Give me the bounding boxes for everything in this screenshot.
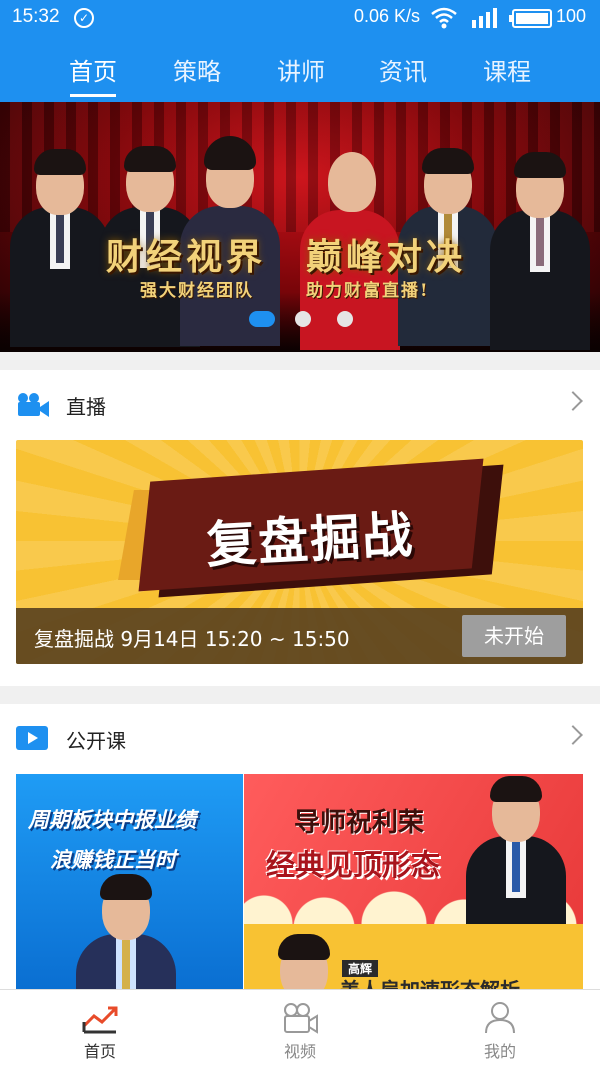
course-section-title: 公开课 xyxy=(66,729,126,753)
bottom-tab-video[interactable]: 视频 xyxy=(240,990,360,1067)
banner-title-left: 财经视界 xyxy=(106,236,267,278)
tab-course[interactable]: 课程 xyxy=(462,52,552,87)
bottom-tab-video-label: 视频 xyxy=(283,1042,316,1061)
banner-sub-left: 强大财经团队 xyxy=(140,281,254,301)
tab-lecturer[interactable]: 讲师 xyxy=(256,52,346,87)
check-circle-icon: ✓ xyxy=(74,8,94,28)
course-grid: 周期板块中报业绩 浪赚钱正当时 导师祝利荣 经典见顶形态 高辉 美人肩加速形态解… xyxy=(16,774,583,992)
tab-home[interactable]: 首页 xyxy=(48,52,138,97)
video-camera-icon xyxy=(18,393,49,417)
live-card[interactable]: 复盘掘战 复盘掘战 9月14日 15:20 ~ 15:50 未开始 xyxy=(16,440,583,664)
status-bar: 15:32 ✓ 0.06 K/s 100 xyxy=(0,0,600,38)
carousel-dot-3[interactable] xyxy=(337,311,353,327)
live-card-title: 复盘掘战 xyxy=(204,505,416,575)
course-section: 公开课 周期板块中报业绩 浪赚钱正当时 导师祝利荣 经典见顶形态 高辉 美人肩加… xyxy=(0,704,600,994)
banner-sub-right: 助力财富直播! xyxy=(306,281,430,301)
live-card-info: 复盘掘战 9月14日 15:20 ~ 15:50 xyxy=(34,627,350,651)
user-icon xyxy=(485,1002,515,1034)
course-section-header[interactable]: 公开课 xyxy=(0,704,600,772)
live-section-title: 直播 xyxy=(66,395,106,419)
carousel-dot-2[interactable] xyxy=(295,311,311,327)
bottom-tab-me[interactable]: 我的 xyxy=(440,990,560,1067)
course-card-1-line1: 周期板块中报业绩 xyxy=(28,808,196,832)
bottom-tab-home-label: 首页 xyxy=(83,1042,116,1061)
chart-home-icon xyxy=(82,1006,118,1034)
live-section: 直播 复盘掘战 复盘掘战 9月14日 15:20 ~ 15:50 未开始 xyxy=(0,370,600,686)
battery-icon xyxy=(509,9,552,28)
top-tabs: 首页 策略 讲师 资讯 课程 xyxy=(0,44,600,102)
live-status-button[interactable]: 未开始 xyxy=(462,615,566,657)
live-card-info-bar: 复盘掘战 9月14日 15:20 ~ 15:50 未开始 xyxy=(16,608,583,664)
bottom-tab-bar: 首页 视频 我的 xyxy=(0,989,600,1067)
tab-news[interactable]: 资讯 xyxy=(358,52,448,87)
chevron-right-icon[interactable] xyxy=(563,725,583,745)
battery-level: 100 xyxy=(556,6,587,26)
signal-icon xyxy=(472,8,497,28)
status-time: 15:32 xyxy=(12,6,60,27)
course-card-1-line2: 浪赚钱正当时 xyxy=(50,848,176,872)
course-card-2-line1: 导师祝利荣 xyxy=(294,808,425,838)
play-icon xyxy=(16,726,48,750)
tab-strategy[interactable]: 策略 xyxy=(152,52,242,87)
banner-title-right: 巅峰对决 xyxy=(306,236,467,278)
course-card-2[interactable]: 导师祝利荣 经典见顶形态 xyxy=(244,774,583,924)
bottom-tab-home[interactable]: 首页 xyxy=(40,990,160,1067)
bottom-tab-me-label: 我的 xyxy=(483,1042,516,1061)
course-card-1[interactable]: 周期板块中报业绩 浪赚钱正当时 xyxy=(16,774,243,992)
video-camera-icon xyxy=(284,1003,318,1034)
live-section-header[interactable]: 直播 xyxy=(0,370,600,438)
course-card-2-line2: 经典见顶形态 xyxy=(266,848,441,882)
course-card-3[interactable]: 高辉 美人肩加速形态解析 xyxy=(244,924,583,992)
wifi-icon xyxy=(431,7,457,29)
carousel-dot-1[interactable] xyxy=(249,311,275,327)
chevron-right-icon[interactable] xyxy=(563,391,583,411)
top-bar: 15:32 ✓ 0.06 K/s 100 首页 策略 讲师 资讯 课程 xyxy=(0,0,600,102)
network-speed: 0.06 K/s xyxy=(354,6,421,26)
